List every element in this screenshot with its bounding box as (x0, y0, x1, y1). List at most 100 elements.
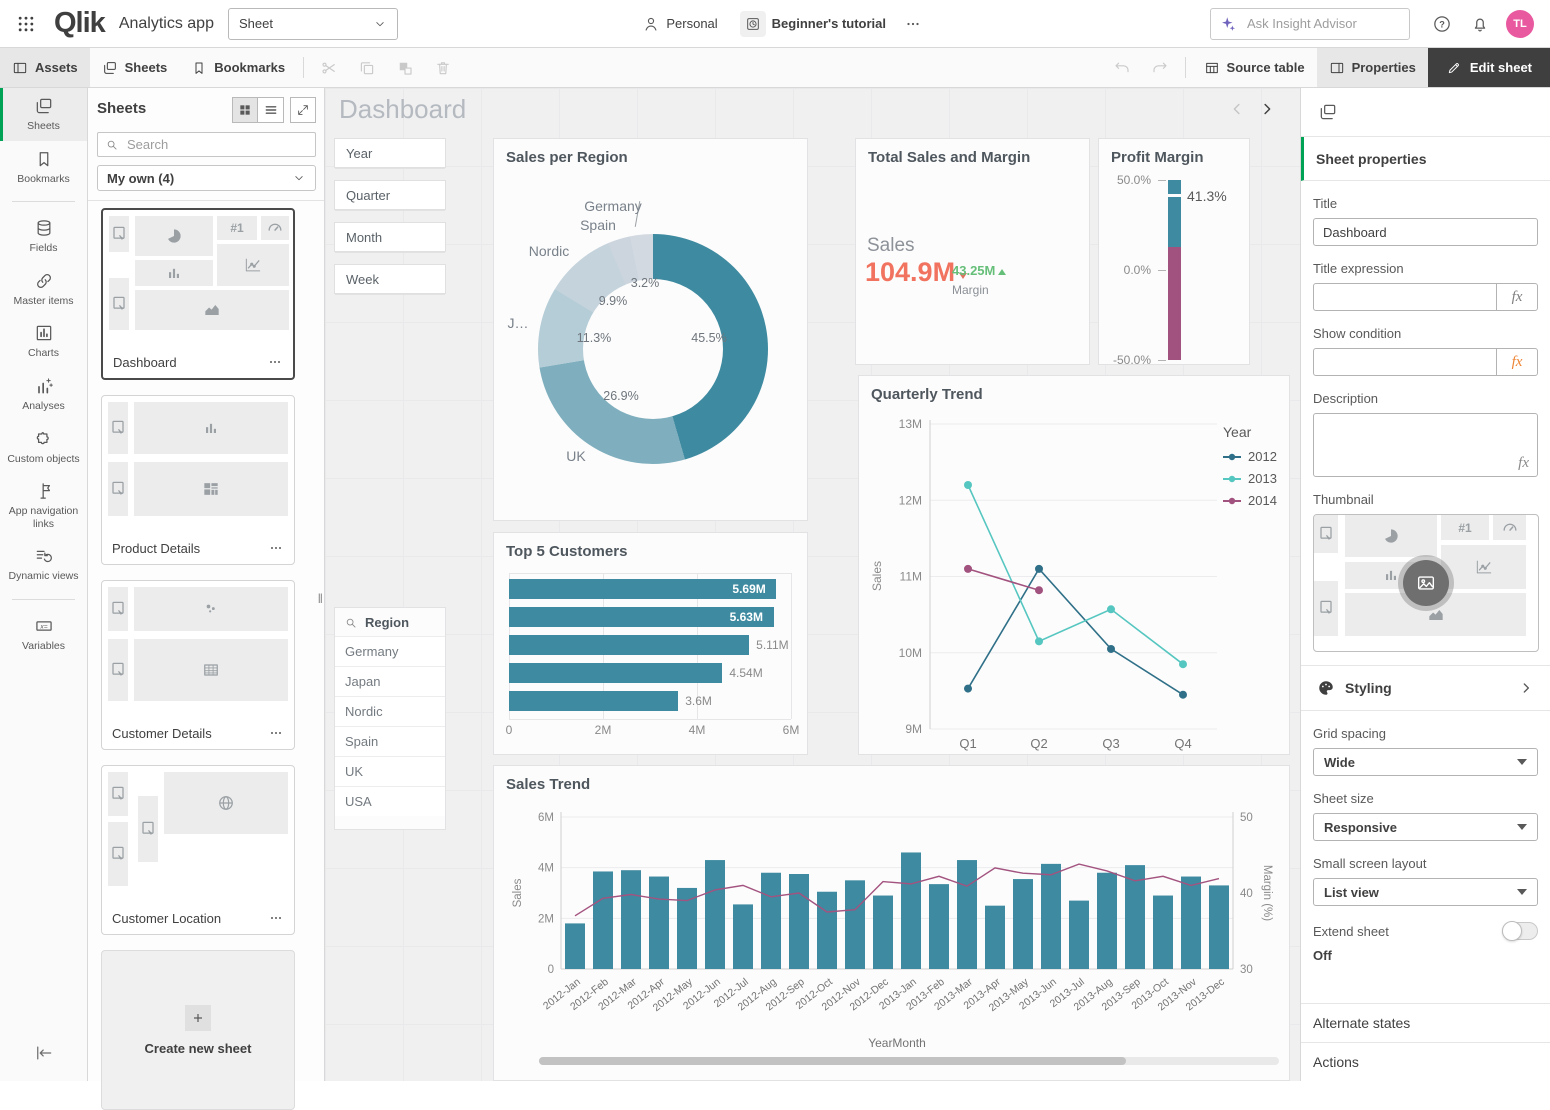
expression-editor-fx-button[interactable]: fx (1496, 349, 1537, 375)
edit-sheet-button[interactable]: Edit sheet (1428, 48, 1550, 87)
data-point[interactable] (964, 565, 972, 573)
sales-bar[interactable] (705, 860, 725, 969)
grid-view-button[interactable] (232, 97, 258, 123)
scrollbar-thumb[interactable] (539, 1057, 1126, 1065)
sidebar-item-bookmarks[interactable]: Bookmarks (0, 141, 87, 194)
top5-bar[interactable] (509, 635, 749, 655)
sales-bar[interactable] (845, 880, 865, 969)
sidebar-item-master-items[interactable]: Master items (0, 263, 87, 316)
list-view-button[interactable] (258, 97, 284, 123)
grid-spacing-select[interactable]: Wide (1313, 748, 1538, 776)
kpi-secondary-value[interactable]: 43.25M (952, 263, 1006, 278)
app-breadcrumb[interactable]: Beginner's tutorial (740, 11, 886, 37)
sales-bar[interactable] (1013, 879, 1033, 969)
collapse-panel-icon[interactable] (34, 1043, 54, 1063)
sidebar-item-charts[interactable]: Charts (0, 315, 87, 368)
show-condition-input[interactable] (1314, 349, 1496, 375)
title-expression-input[interactable] (1314, 284, 1496, 310)
region-filter-header[interactable]: Region (335, 608, 445, 636)
sheet-card-dashboard[interactable]: #1Dashboard (101, 208, 295, 380)
help-icon[interactable]: ? (1432, 14, 1452, 34)
top5-bar[interactable] (509, 691, 678, 711)
paste-icon[interactable] (396, 59, 414, 77)
data-point[interactable] (1107, 645, 1115, 653)
sales-bar[interactable] (1209, 885, 1229, 969)
sidebar-item-fields[interactable]: Fields (0, 210, 87, 263)
data-point[interactable] (964, 685, 972, 693)
create-new-sheet-button[interactable]: Create new sheet (101, 950, 295, 1110)
sales-bar[interactable] (593, 871, 613, 969)
legend-item-2014[interactable]: 2014 (1223, 493, 1289, 508)
sales-bar[interactable] (649, 877, 669, 969)
expression-editor-fx-button[interactable]: fx (1518, 455, 1529, 472)
sheet-type-selector[interactable]: Sheet (228, 8, 398, 40)
thumbnail-preview[interactable]: #1 (1313, 514, 1539, 652)
sheet-size-select[interactable]: Responsive (1313, 813, 1538, 841)
expression-editor-fx-button[interactable]: fx (1496, 284, 1537, 310)
region-filter-item-uk[interactable]: UK (335, 756, 445, 786)
sheet-properties-tab-icon[interactable] (1318, 102, 1338, 122)
sidebar-item-dynamic-views[interactable]: Dynamic views (0, 538, 87, 591)
insight-advisor-input[interactable] (1245, 15, 1425, 32)
sheet-search-input[interactable] (125, 136, 308, 153)
filter-pane-month[interactable]: Month (334, 222, 446, 252)
properties-button[interactable]: Properties (1317, 48, 1428, 87)
change-thumbnail-button[interactable] (1403, 560, 1449, 606)
sales-bar[interactable] (1153, 896, 1173, 969)
personal-space[interactable]: Personal (642, 15, 717, 33)
sales-bar[interactable] (901, 852, 921, 969)
region-filter-item-germany[interactable]: Germany (335, 636, 445, 666)
trash-icon[interactable] (434, 59, 452, 77)
more-options-icon[interactable] (904, 15, 922, 33)
sheet-card-product[interactable]: Product Details (101, 395, 295, 565)
qlik-logo[interactable]: Qlik (54, 7, 105, 40)
styling-section[interactable]: Styling (1301, 665, 1550, 711)
sidebar-item-app-navigation-links[interactable]: App navigation links (0, 473, 87, 538)
filter-pane-year[interactable]: Year (334, 138, 446, 168)
sales-bar[interactable] (1041, 864, 1061, 969)
gauge-upper-segment[interactable] (1168, 180, 1181, 247)
legend-item-2013[interactable]: 2013 (1223, 471, 1289, 486)
sidebar-item-variables[interactable]: x= Variables (0, 608, 87, 661)
sales-bar[interactable] (565, 923, 585, 969)
sidebar-item-analyses[interactable]: Analyses (0, 368, 87, 421)
data-point[interactable] (1179, 691, 1187, 699)
data-point[interactable] (1035, 565, 1043, 573)
insight-advisor-search[interactable] (1210, 8, 1410, 40)
tab-assets[interactable]: Assets (0, 48, 90, 87)
sales-bar[interactable] (957, 860, 977, 969)
region-filter-item-nordic[interactable]: Nordic (335, 696, 445, 726)
region-filter-item-japan[interactable]: Japan (335, 666, 445, 696)
sales-bar[interactable] (873, 896, 893, 969)
sidebar-item-custom-objects[interactable]: Custom objects (0, 421, 87, 474)
sales-bar[interactable] (985, 906, 1005, 969)
user-avatar[interactable]: TL (1506, 10, 1534, 38)
sales-bar[interactable] (1097, 873, 1117, 969)
actions-section[interactable]: Actions (1301, 1042, 1550, 1081)
notifications-bell-icon[interactable] (1470, 14, 1490, 34)
sheet-card-location[interactable]: Customer Location (101, 765, 295, 935)
collection-dropdown[interactable]: My own (4) (97, 165, 316, 191)
small-screen-select[interactable]: List view (1313, 878, 1538, 906)
extend-sheet-toggle[interactable] (1502, 922, 1538, 940)
sales-bar[interactable] (1069, 901, 1089, 969)
sales-bar[interactable] (929, 884, 949, 969)
sales-bar[interactable] (761, 873, 781, 969)
top5-bar[interactable] (509, 663, 722, 683)
sales-bar[interactable] (621, 870, 641, 969)
data-point[interactable] (1035, 637, 1043, 645)
data-point[interactable] (1179, 660, 1187, 668)
horizontal-scrollbar[interactable] (539, 1057, 1279, 1065)
sheet-card-customer[interactable]: Customer Details (101, 580, 295, 750)
region-filter-item-usa[interactable]: USA (335, 786, 445, 816)
margin-line[interactable] (575, 864, 1219, 916)
sidebar-item-sheets[interactable]: Sheets (0, 88, 87, 141)
alternate-states-section[interactable]: Alternate states (1301, 1003, 1550, 1042)
data-point[interactable] (1107, 605, 1115, 613)
copy-icon[interactable] (358, 59, 376, 77)
sheet-search[interactable] (97, 132, 316, 157)
data-point[interactable] (1035, 586, 1043, 594)
sales-bar[interactable] (789, 874, 809, 969)
region-filter-item-spain[interactable]: Spain (335, 726, 445, 756)
tab-bookmarks[interactable]: Bookmarks (179, 48, 297, 87)
